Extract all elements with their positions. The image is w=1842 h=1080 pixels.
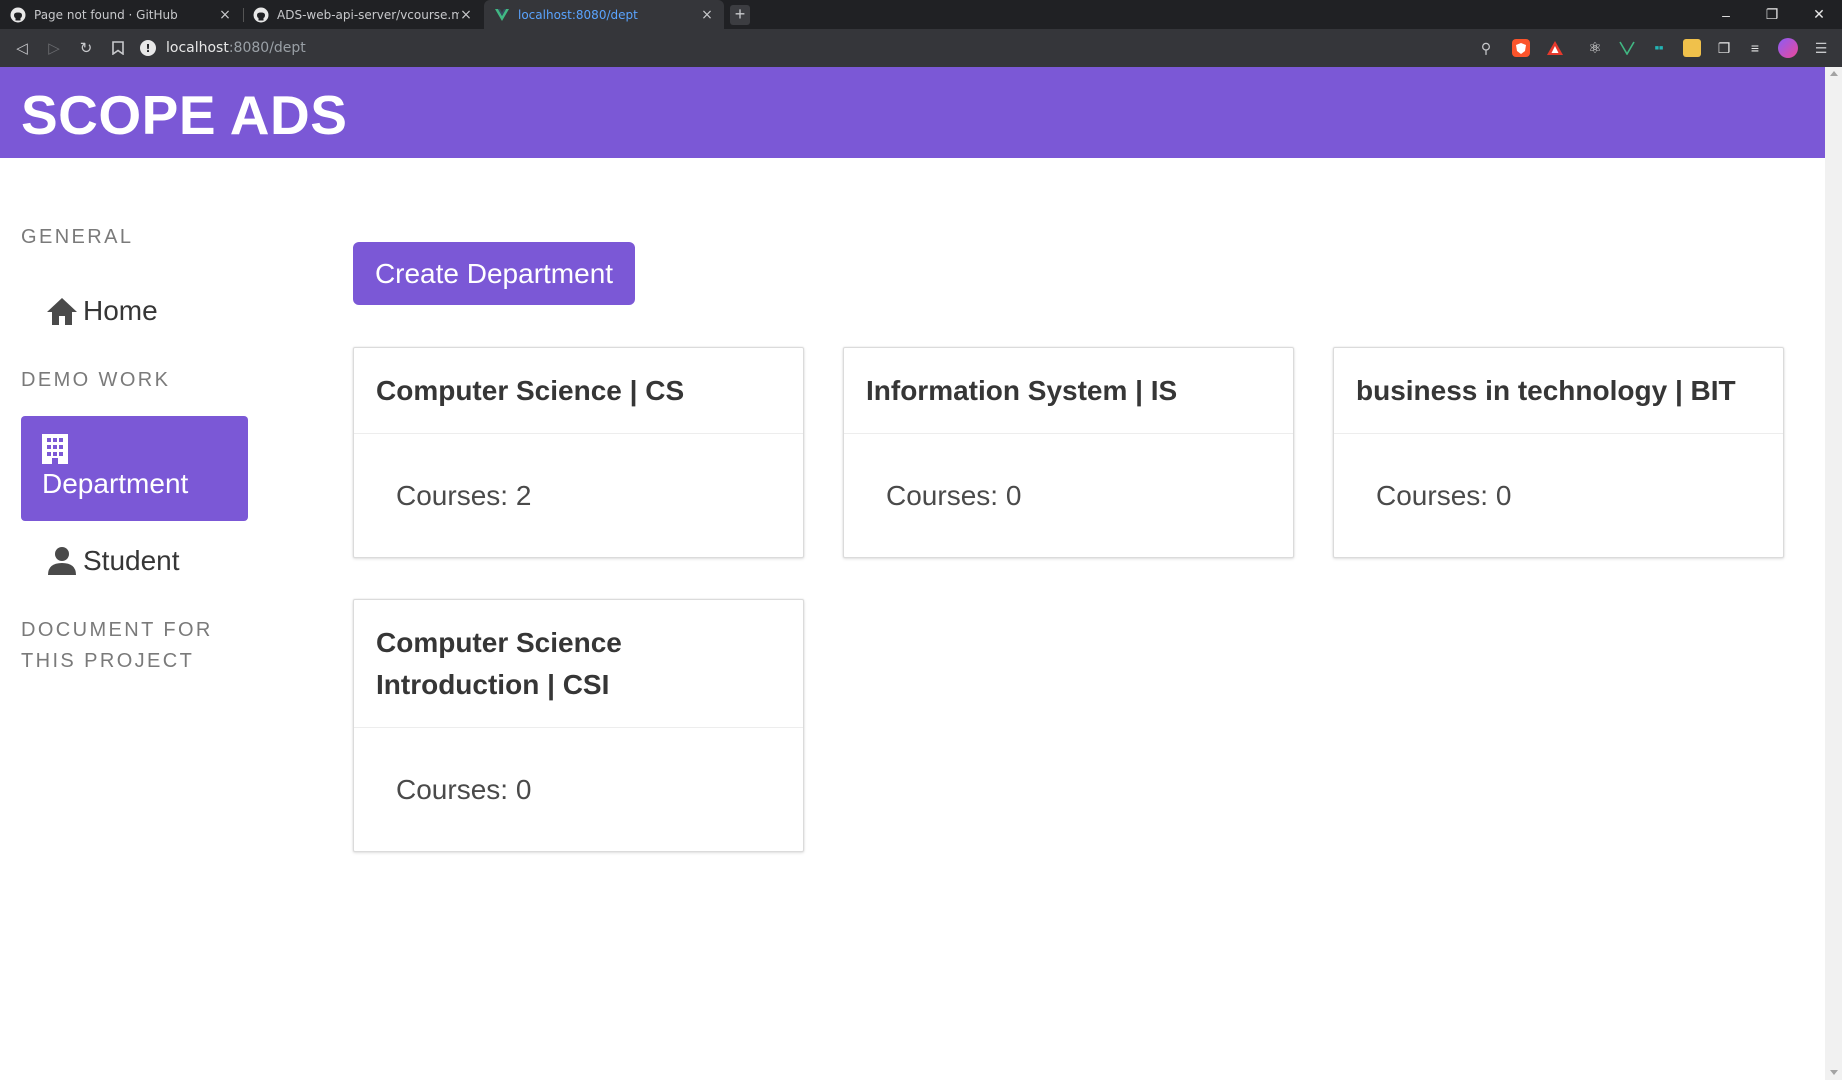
course-count: Courses: 0 bbox=[886, 479, 1022, 511]
page: SCOPE ADS GENERAL Home DEMO WORK Departm… bbox=[0, 67, 1825, 1080]
sidebar-item-student[interactable]: Student bbox=[45, 539, 180, 583]
scroll-up-icon[interactable] bbox=[1830, 71, 1838, 76]
address-bar[interactable]: ! localhost:8080/dept bbox=[140, 34, 1510, 62]
course-count: Courses: 2 bbox=[396, 479, 532, 511]
department-card[interactable]: Computer Science Introduction | CSI Cour… bbox=[353, 599, 804, 852]
vue-devtools-icon[interactable] bbox=[1618, 39, 1636, 57]
window-close-icon[interactable]: ✕ bbox=[1796, 0, 1842, 29]
minimize-icon[interactable]: – bbox=[1703, 0, 1749, 29]
browser-tab[interactable]: ADS-web-api-server/vcourse.md at × bbox=[243, 0, 483, 29]
menu-label-demo-work: DEMO WORK bbox=[21, 369, 171, 391]
close-icon[interactable]: × bbox=[218, 7, 232, 23]
close-icon[interactable]: × bbox=[700, 7, 714, 23]
direct-link-icon[interactable]: ■■ bbox=[1650, 39, 1668, 57]
card-title: business in technology | BIT bbox=[1334, 348, 1783, 434]
app-brand[interactable]: SCOPE ADS bbox=[21, 83, 347, 147]
create-department-button[interactable]: Create Department bbox=[353, 242, 635, 305]
app-header: SCOPE ADS bbox=[0, 67, 1825, 158]
course-count: Courses: 0 bbox=[396, 773, 532, 805]
card-title: Computer Science | CS bbox=[354, 348, 803, 434]
extension-icon[interactable] bbox=[1683, 39, 1701, 57]
menu-label-document: THIS PROJECT bbox=[21, 650, 195, 672]
restore-icon[interactable]: ❐ bbox=[1749, 0, 1795, 29]
sidebar-item-department[interactable]: Department bbox=[21, 416, 248, 521]
github-icon bbox=[253, 7, 269, 22]
card-title: Information System | IS bbox=[844, 348, 1293, 434]
sidebar-item-label: Student bbox=[83, 545, 180, 576]
tab-title: Page not found · GitHub bbox=[34, 7, 178, 22]
brave-shield-icon[interactable] bbox=[1512, 39, 1530, 57]
home-icon bbox=[45, 294, 79, 328]
back-icon[interactable]: ◁ bbox=[12, 38, 32, 58]
close-icon[interactable]: × bbox=[459, 7, 473, 23]
scroll-down-icon[interactable] bbox=[1830, 1070, 1838, 1075]
building-icon bbox=[42, 432, 76, 466]
department-card[interactable]: Information System | IS Courses: 0 bbox=[843, 347, 1294, 558]
card-title-line: Introduction | CSI bbox=[376, 669, 610, 700]
zoom-icon[interactable]: ⚲ bbox=[1477, 39, 1495, 57]
vue-icon bbox=[495, 8, 509, 21]
course-count: Courses: 0 bbox=[1376, 479, 1512, 511]
puzzle-icon[interactable]: ❐ bbox=[1715, 39, 1733, 57]
scrollbar[interactable] bbox=[1825, 67, 1842, 1080]
react-devtools-icon[interactable]: ⚛ bbox=[1586, 39, 1604, 57]
reading-list-icon[interactable]: ≡ bbox=[1746, 39, 1764, 57]
profile-avatar[interactable] bbox=[1778, 38, 1798, 58]
browser-tab-bar: Page not found · GitHub × ADS-web-api-se… bbox=[0, 0, 1842, 29]
card-title-line: Computer Science bbox=[376, 627, 622, 658]
browser-toolbar: ◁ ▷ ↻ ! localhost:8080/dept ⚲ ⚛ ■■ ❐ ≡ ☰ bbox=[0, 29, 1842, 67]
tab-title: ADS-web-api-server/vcourse.md at bbox=[277, 7, 459, 22]
github-icon bbox=[10, 7, 26, 22]
sidebar-item-home[interactable]: Home bbox=[45, 289, 158, 333]
brave-rewards-icon[interactable] bbox=[1546, 39, 1564, 57]
menu-icon[interactable]: ☰ bbox=[1812, 39, 1830, 57]
new-tab-button[interactable]: + bbox=[730, 5, 750, 25]
reload-icon[interactable]: ↻ bbox=[76, 38, 96, 58]
user-icon bbox=[45, 544, 79, 578]
department-card[interactable]: Computer Science | CS Courses: 2 bbox=[353, 347, 804, 558]
site-info-icon[interactable]: ! bbox=[140, 40, 156, 56]
bookmark-icon[interactable] bbox=[108, 38, 128, 58]
menu-label-document: DOCUMENT FOR bbox=[21, 619, 213, 641]
sidebar-item-label: Department bbox=[42, 468, 189, 499]
forward-icon[interactable]: ▷ bbox=[44, 38, 64, 58]
sidebar-item-label: Home bbox=[83, 295, 158, 326]
tab-title: localhost:8080/dept bbox=[518, 7, 638, 22]
url-host: localhost bbox=[166, 40, 229, 56]
department-card[interactable]: business in technology | BIT Courses: 0 bbox=[1333, 347, 1784, 558]
browser-tab-active[interactable]: localhost:8080/dept × bbox=[484, 0, 724, 29]
card-title: Computer Science Introduction | CSI bbox=[354, 600, 803, 728]
browser-tab[interactable]: Page not found · GitHub × bbox=[0, 0, 242, 29]
url-path: :8080/dept bbox=[228, 40, 306, 56]
menu-label-general: GENERAL bbox=[21, 226, 134, 248]
